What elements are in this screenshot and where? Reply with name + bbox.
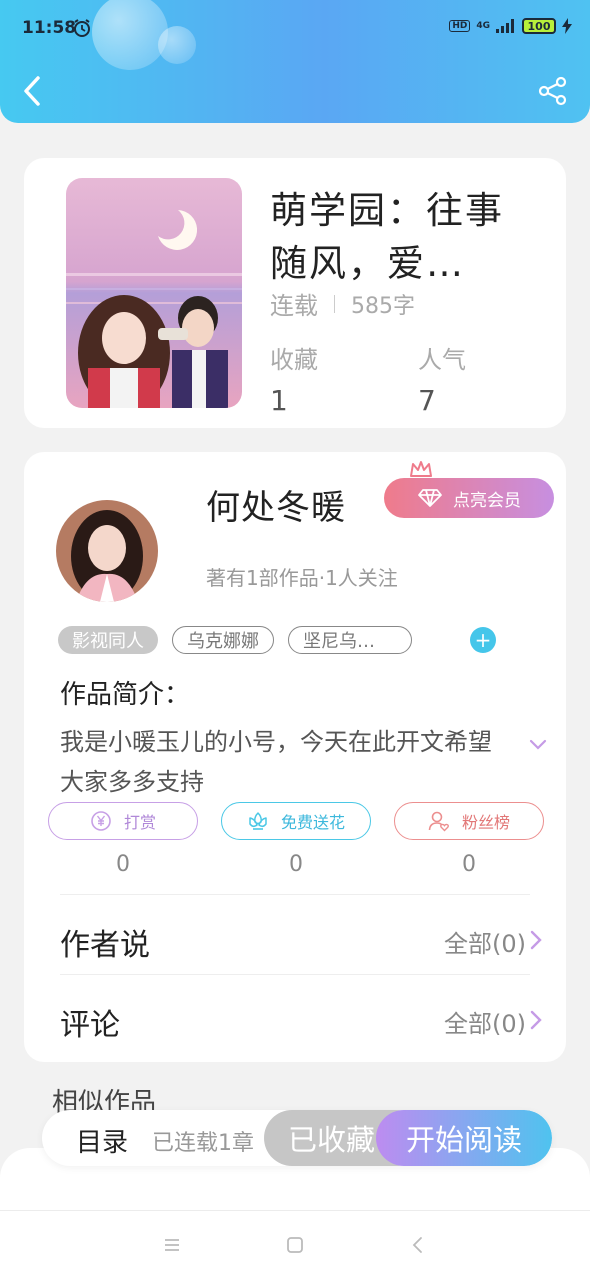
header-bar: 11:58 HD 4G 100 (0, 0, 590, 123)
favorites-label: 收藏 (270, 346, 318, 374)
tip-button[interactable]: 打赏 (48, 802, 198, 840)
network-label: 4G (476, 21, 490, 31)
fans-count: 0 (462, 852, 476, 877)
author-name[interactable]: 何处冬暖 (206, 480, 346, 529)
bottom-action-bar: 目录 已连载1章 已收藏 开始阅读 (42, 1110, 552, 1166)
flower-count: 0 (289, 852, 303, 877)
author-card: 何处冬暖 点亮会员 著有1部作品·1人关注 影视同人 乌克娜娜 坚尼乌… + 作… (24, 452, 566, 1062)
battery-level: 100 (527, 19, 551, 33)
book-meta: 连载 585字 (270, 286, 415, 321)
user-heart-icon (428, 811, 449, 832)
alarm-icon (74, 19, 90, 37)
book-info-card: 萌学园：往事随风，爱… 连载 585字 收藏 1 人气 7 (24, 158, 566, 428)
author-avatar[interactable] (56, 500, 158, 602)
battery-icon: 100 (522, 18, 556, 34)
tag-chip[interactable]: 影视同人 (58, 626, 158, 654)
send-flower-button[interactable]: 免费送花 (221, 802, 371, 840)
fans-ranking-button[interactable]: 粉丝榜 (394, 802, 544, 840)
intro-text: 我是小暖玉儿的小号，今天在此开文希望大家多多支持 (60, 728, 492, 796)
tag-chip[interactable]: 坚尼乌… (288, 626, 412, 654)
fans-label: 粉丝榜 (461, 813, 510, 832)
tag-chip[interactable]: 乌克娜娜 (172, 626, 274, 654)
tag-list: 影视同人 乌克娜娜 坚尼乌… (58, 626, 412, 654)
crown-icon (410, 461, 432, 477)
divider (60, 894, 530, 895)
book-title: 萌学园：往事随风，爱… (270, 189, 504, 285)
popularity-value: 7 (418, 384, 436, 417)
decorative-bubble (92, 0, 168, 70)
back-icon[interactable] (18, 74, 46, 108)
chevron-down-icon[interactable] (528, 738, 548, 752)
back-nav-icon[interactable] (406, 1233, 430, 1257)
share-icon[interactable] (538, 76, 568, 106)
author-stats: 著有1部作品·1人关注 (206, 566, 398, 590)
collected-label: 已收藏 (288, 1123, 376, 1157)
tip-count: 0 (116, 852, 130, 877)
flower-icon (249, 812, 267, 830)
tip-label: 打赏 (123, 813, 156, 832)
favorites-value: 1 (270, 384, 288, 417)
hd-icon: HD (449, 20, 471, 32)
toc-button[interactable]: 目录 (76, 1122, 128, 1159)
chapter-count: 已连载1章 (152, 1131, 254, 1156)
add-tag-button[interactable]: + (470, 627, 496, 653)
author-says-label[interactable]: 作者说 (60, 920, 150, 964)
system-nav-bar (0, 1210, 590, 1280)
vip-membership-button[interactable]: 点亮会员 (384, 478, 554, 518)
comments-label[interactable]: 评论 (60, 1000, 120, 1044)
meta-divider (334, 294, 335, 313)
intro-title: 作品简介： (60, 680, 191, 710)
book-status: 连载 (270, 292, 318, 320)
vip-label: 点亮会员 (453, 490, 521, 511)
signal-icon (496, 19, 514, 33)
chevron-right-icon[interactable] (530, 930, 542, 950)
status-time: 11:58 (22, 18, 77, 38)
divider (60, 974, 530, 975)
menu-icon[interactable] (160, 1233, 184, 1257)
start-reading-button[interactable]: 开始阅读 (376, 1110, 552, 1166)
book-cover-image[interactable] (66, 178, 242, 408)
diamond-icon (418, 489, 442, 507)
yen-icon (91, 811, 111, 831)
comments-all-link[interactable]: 全部(0) (444, 1004, 526, 1039)
author-says-all-link[interactable]: 全部(0) (444, 924, 526, 959)
chevron-right-icon[interactable] (530, 1010, 542, 1030)
home-icon[interactable] (283, 1233, 307, 1257)
book-word-count: 585字 (351, 293, 415, 319)
popularity-label: 人气 (418, 346, 466, 374)
decorative-bubble (158, 26, 196, 64)
status-indicators: HD 4G 100 (449, 18, 572, 34)
flower-label: 免费送花 (280, 813, 345, 832)
charging-icon (562, 18, 572, 34)
